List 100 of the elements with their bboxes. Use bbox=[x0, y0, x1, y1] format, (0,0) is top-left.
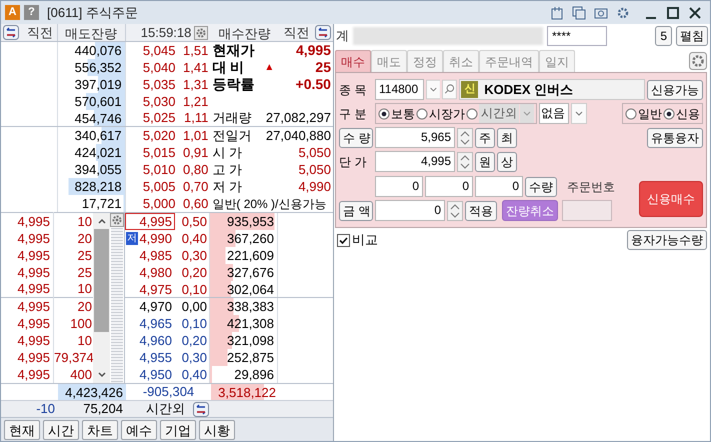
info-value: 27,082,297 bbox=[264, 109, 331, 128]
bid-rate: 0,10 bbox=[175, 281, 210, 297]
ask-rate: 1,21 bbox=[182, 92, 210, 111]
spinner-icon[interactable] bbox=[457, 128, 473, 148]
radio-button[interactable] bbox=[378, 108, 390, 120]
bid-quantity: 421,308 bbox=[210, 315, 278, 332]
bid-price: 4,970 bbox=[138, 298, 173, 315]
password-field[interactable]: **** bbox=[547, 26, 607, 46]
bid-rate: 0,40 bbox=[175, 230, 210, 247]
maximize-icon[interactable] bbox=[666, 6, 680, 20]
ask-rate: 1,41 bbox=[182, 58, 210, 77]
spinner-icon[interactable] bbox=[457, 152, 473, 172]
radio-button[interactable] bbox=[663, 108, 675, 120]
ask-price: 5,020 bbox=[142, 126, 176, 145]
split-field[interactable]: 0 bbox=[425, 176, 473, 197]
price-field[interactable]: 4,995 bbox=[375, 151, 455, 172]
previous-quantity: 10 bbox=[76, 280, 93, 298]
after-hours-change: -10 bbox=[35, 400, 56, 418]
bottom-tab[interactable]: 차트 bbox=[82, 420, 118, 440]
swap-arrows-icon[interactable] bbox=[3, 25, 19, 40]
scroll-up-icon[interactable] bbox=[96, 216, 106, 226]
loan-type-button[interactable]: 유통융자 bbox=[647, 128, 703, 148]
ask-price: 5,040 bbox=[142, 58, 176, 77]
gear-icon[interactable] bbox=[194, 26, 208, 40]
credit-badge: 신 bbox=[461, 81, 478, 98]
info-value: 4,995 bbox=[294, 41, 331, 60]
ask-price: 5,025 bbox=[142, 109, 176, 128]
settings-icon[interactable] bbox=[616, 6, 630, 20]
bid-price: 4,950 bbox=[138, 366, 173, 383]
scroll-thumb[interactable] bbox=[94, 229, 109, 332]
bid-price: 4,985 bbox=[138, 247, 173, 264]
previous-quantity: 400 bbox=[69, 366, 93, 384]
quantity-button[interactable]: 수 량 bbox=[339, 128, 373, 148]
split-field[interactable]: 0 bbox=[375, 176, 423, 197]
ask-total: 4,423,426 bbox=[58, 384, 126, 400]
ask-price: 5,030 bbox=[142, 92, 176, 111]
previous-quantity: 20 bbox=[76, 230, 93, 248]
stock-code-field[interactable]: 114800 bbox=[375, 79, 424, 100]
bottom-tab[interactable]: 현재 bbox=[4, 420, 40, 440]
unit-button[interactable]: 원 bbox=[475, 152, 495, 172]
bottom-tab[interactable]: 기업 bbox=[160, 420, 196, 440]
close-icon[interactable] bbox=[688, 6, 702, 20]
windows-icon[interactable] bbox=[572, 6, 586, 20]
condition-dropdown[interactable]: 없음 bbox=[539, 103, 569, 124]
apply-button[interactable]: 적용 bbox=[465, 200, 497, 220]
ask-rate: 1,01 bbox=[182, 126, 210, 145]
spinner-icon[interactable] bbox=[447, 200, 463, 220]
bottom-tab[interactable]: 예수 bbox=[121, 420, 157, 440]
checkbox[interactable] bbox=[337, 234, 350, 246]
expand-button[interactable]: 펼침 bbox=[676, 26, 708, 46]
info-value: 5,050 bbox=[297, 160, 331, 179]
previous-price: 4,995 bbox=[1, 212, 54, 232]
radio-button[interactable] bbox=[625, 108, 637, 120]
dropdown-caret-icon[interactable] bbox=[571, 103, 587, 124]
camera-icon[interactable] bbox=[594, 6, 608, 20]
info-label: 대 비 bbox=[212, 58, 246, 77]
radio-button[interactable] bbox=[416, 108, 428, 120]
bottom-tab[interactable]: 시황 bbox=[199, 420, 235, 440]
order-number-field[interactable] bbox=[562, 200, 612, 221]
amount-button[interactable]: 금 액 bbox=[339, 200, 373, 220]
info-label: 거래량 bbox=[212, 109, 252, 128]
credit-available-button[interactable]: 신용가능 bbox=[647, 80, 703, 100]
swap-arrows-icon[interactable] bbox=[315, 25, 332, 40]
credit-buy-button[interactable]: 신용매수 bbox=[639, 180, 703, 216]
scroll-down-icon[interactable] bbox=[96, 370, 106, 380]
previous-price: 4,995 bbox=[1, 330, 54, 350]
bid-quantity: 338,383 bbox=[210, 298, 278, 315]
info-value: +0.50 bbox=[294, 75, 331, 94]
quantity-button[interactable]: 수량 bbox=[525, 176, 557, 196]
ask-rate: 0,91 bbox=[182, 144, 210, 162]
unit-button[interactable]: 상 bbox=[497, 152, 517, 172]
count-button[interactable]: 5 bbox=[655, 26, 672, 46]
previous-quantity: 25 bbox=[76, 246, 93, 265]
previous-price: 4,995 bbox=[1, 228, 54, 248]
bid-quantity: 321,098 bbox=[210, 332, 278, 349]
bid-price: 4,995 bbox=[125, 213, 175, 230]
loan-quantity-button[interactable]: 융자가능수량 bbox=[627, 230, 707, 250]
account-label: 계 bbox=[336, 27, 349, 46]
dropdown-caret-icon[interactable] bbox=[426, 79, 440, 100]
previous-price: 4,995 bbox=[1, 279, 54, 299]
search-icon[interactable] bbox=[442, 79, 458, 100]
bid-quantity: 221,609 bbox=[210, 247, 278, 264]
info-label: 전일거 bbox=[212, 126, 252, 145]
scrollbar[interactable] bbox=[93, 213, 110, 383]
bid-price: 4,955 bbox=[138, 349, 173, 366]
bottom-tab[interactable]: 시간 bbox=[43, 420, 79, 440]
swap-arrows-icon[interactable] bbox=[193, 402, 209, 416]
bid-rate: 0,20 bbox=[175, 332, 210, 349]
amount-field[interactable]: 0 bbox=[375, 200, 445, 221]
gear-icon[interactable] bbox=[110, 213, 124, 227]
unit-button[interactable]: 최 bbox=[497, 128, 517, 148]
after-hours-label: 시간외 bbox=[146, 400, 185, 418]
split-field[interactable]: 0 bbox=[475, 176, 523, 197]
field-label: 종 목 bbox=[339, 82, 368, 98]
unit-button[interactable]: 주 bbox=[475, 128, 495, 148]
quantity-field[interactable]: 5,965 bbox=[375, 127, 455, 148]
previous-quantity: 20 bbox=[76, 298, 93, 316]
gear-icon[interactable] bbox=[689, 52, 707, 70]
order-tab[interactable]: 매수 bbox=[335, 50, 371, 72]
note-icon[interactable] bbox=[550, 6, 564, 20]
